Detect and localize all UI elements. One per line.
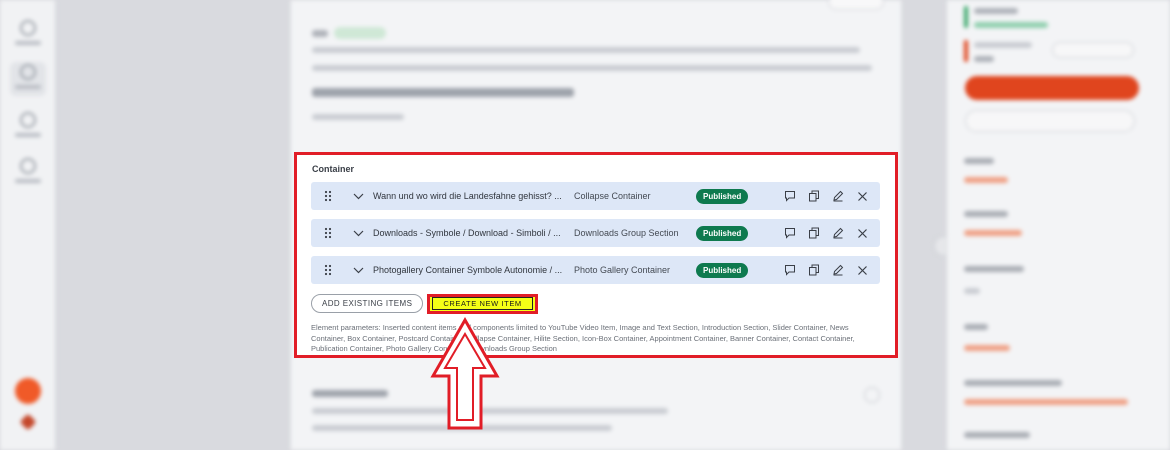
drag-handle-icon[interactable] [317,182,339,210]
drag-handle-icon[interactable] [317,219,339,247]
rp-marker [964,40,968,62]
chevron-down-icon[interactable] [347,219,369,247]
container-panel: Container Wann und wo wird die Landesfah… [294,152,898,358]
container-actions: ADD EXISTING ITEMS CREATE NEW ITEM [311,293,881,314]
row-actions [778,184,874,208]
container-item-row[interactable]: Wann und wo wird die Landesfahne gehisst… [311,182,880,210]
item-type: Downloads Group Section [574,228,679,238]
chevron-down-icon[interactable] [347,182,369,210]
comment-icon[interactable] [778,221,802,245]
blurred-text [312,114,404,120]
rail-item-4[interactable] [10,156,46,190]
close-icon[interactable] [850,221,874,245]
item-title: Downloads - Symbole / Download - Simboli… [373,228,561,238]
duplicate-icon[interactable] [802,184,826,208]
status-badge: Published [696,225,749,241]
close-icon[interactable] [850,258,874,282]
avatar[interactable] [15,378,41,404]
left-rail [0,0,56,450]
status-pill [334,27,386,39]
row-actions [778,221,874,245]
rp-marker [964,6,968,28]
blurred-label [964,266,1024,272]
rp-secondary-button[interactable] [965,110,1135,132]
element-parameters: Element parameters: Inserted content ite… [311,323,855,353]
add-existing-items-button[interactable]: ADD EXISTING ITEMS [311,294,424,313]
status-badge: Published [696,262,749,278]
rp-small-button[interactable] [1052,42,1134,58]
blurred-label [964,211,1008,217]
blurred-text [312,65,872,71]
create-new-item-label: CREATE NEW ITEM [432,297,533,310]
row-actions [778,258,874,282]
top-button[interactable] [828,0,884,10]
item-title: Wann und wo wird die Landesfahne gehisst… [373,191,562,201]
container-title: Container [312,164,355,174]
blurred-value [964,345,1010,351]
blurred-value [964,230,1022,236]
blurred-value [964,399,1128,405]
comment-icon[interactable] [778,258,802,282]
rail-item-3[interactable] [10,110,46,144]
duplicate-icon[interactable] [802,221,826,245]
blurred-text [974,22,1048,28]
close-icon[interactable] [850,184,874,208]
drag-handle-icon[interactable] [317,256,339,284]
rail-item-1[interactable] [10,18,46,52]
rail-item-2[interactable] [10,62,46,96]
blurred-label [964,324,988,330]
item-type: Photo Gallery Container [574,265,671,275]
blurred-text [312,30,328,37]
blurred-text [312,425,612,431]
pencil-icon[interactable] [826,221,850,245]
blurred-text [974,42,1032,48]
blurred-text [974,56,994,62]
container-item-row[interactable]: Photogallery Container Symbole Autonomie… [311,256,880,284]
chevron-down-icon[interactable] [347,256,369,284]
blurred-heading [312,88,574,97]
item-type: Collapse Container [574,191,651,201]
rocket-icon[interactable] [19,413,37,431]
blurred-value [964,288,980,294]
comment-icon[interactable] [778,184,802,208]
container-item-row[interactable]: Downloads - Symbole / Download - Simboli… [311,219,880,247]
status-badge: Published [696,188,749,204]
pencil-icon[interactable] [826,184,850,208]
blurred-text [312,408,668,414]
duplicate-icon[interactable] [802,258,826,282]
blurred-label [964,380,1062,386]
blurred-text [312,47,860,53]
blurred-value [964,177,1008,183]
blurred-label [964,158,994,164]
rp-primary-button[interactable] [965,76,1139,100]
blurred-label [964,432,1030,438]
blurred-text [974,8,1018,14]
item-title: Photogallery Container Symbole Autonomie… [373,265,563,275]
blurred-round-button[interactable] [864,387,880,403]
blurred-heading [312,390,388,397]
create-new-item-button[interactable]: CREATE NEW ITEM [427,293,538,314]
pencil-icon[interactable] [826,258,850,282]
